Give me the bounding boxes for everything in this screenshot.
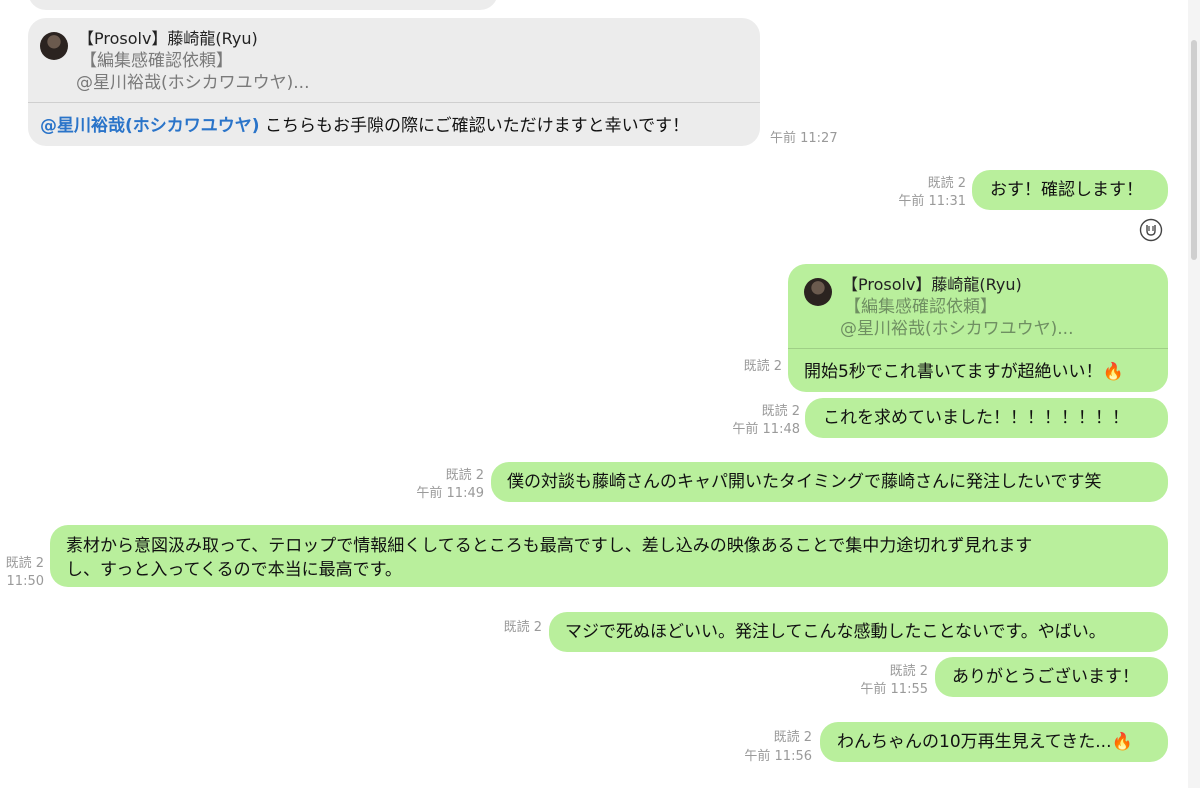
read-receipt: 既読 2 (927, 176, 966, 191)
sender-avatar (804, 278, 832, 306)
message-body: これを求めていました！！！！！！！！ (823, 408, 1129, 428)
message-time: 午前 11:31 (898, 194, 966, 209)
message-bubble-partial (28, 0, 498, 10)
message-time: 午前 11:56 (744, 749, 812, 764)
read-receipt: 既読 2 (743, 359, 782, 374)
message-body: 開始5秒でこれ書いてますが超絶いい！ (804, 362, 1103, 382)
message-bubble-sent[interactable]: おす！確認します！ (972, 170, 1168, 210)
read-receipt: 既読 2 (773, 730, 812, 745)
fire-emoji-icon: 🔥 (1102, 362, 1124, 382)
mention-link[interactable]: @星川裕哉(ホシカワユウヤ) (40, 116, 260, 136)
message-time: 午前 11:48 (732, 422, 800, 437)
message-body: ありがとうございます！ (952, 667, 1139, 687)
read-receipt: 既読 2 (5, 556, 44, 571)
message-time: 午前 11:55 (860, 682, 928, 697)
read-receipt: 既読 2 (761, 404, 800, 419)
message-body: 僕の対談も藤崎さんのキャパ開いたタイミングで藤崎さんに発注したいです笑 (507, 472, 1102, 492)
message-bubble-sent[interactable]: ありがとうございます！ (935, 657, 1168, 697)
message-body-line-2: し、すっと入ってくるので本当に最高です。 (66, 560, 402, 580)
quote-title: 【編集感確認依頼】 (80, 51, 233, 71)
message-body-line-1: 素材から意図汲み取って、テロップで情報細くしてるところも最高ですし、差し込みの映… (66, 536, 1033, 556)
message-bubble-sent-reply[interactable]: 【Prosolv】藤崎龍(Ryu) 【編集感確認依頼】 @星川裕哉(ホシカワユウ… (788, 264, 1168, 392)
quote-sender-name: 【Prosolv】藤崎龍(Ryu) (78, 29, 258, 48)
message-bubble-received-reply[interactable]: 【Prosolv】藤崎龍(Ryu) 【編集感確認依頼】 @星川裕哉(ホシカワユウ… (28, 18, 760, 146)
sender-avatar (40, 32, 68, 60)
read-receipt: 既読 2 (503, 620, 542, 635)
message-text: 開始5秒でこれ書いてますが超絶いい！🔥 (804, 360, 1124, 384)
clapping-hands-reaction-icon[interactable] (1139, 218, 1163, 242)
message-body: こちらもお手隙の際にご確認いただけますと幸いです！ (259, 116, 690, 136)
message-bubble-sent[interactable]: 僕の対談も藤崎さんのキャパ開いたタイミングで藤崎さんに発注したいです笑 (491, 462, 1168, 502)
quote-sender-name: 【Prosolv】藤崎龍(Ryu) (842, 275, 1022, 294)
message-time: 午前 11:27 (770, 131, 838, 146)
message-body: おす！確認します！ (990, 180, 1143, 200)
scrollbar-track[interactable] (1188, 0, 1200, 788)
message-bubble-sent[interactable]: 素材から意図汲み取って、テロップで情報細くしてるところも最高ですし、差し込みの映… (50, 525, 1168, 587)
message-body: わんちゃんの10万再生見えてきた... (837, 732, 1112, 752)
quote-snippet: @星川裕哉(ホシカワユウヤ)... (76, 73, 310, 93)
quote-divider (788, 348, 1168, 349)
message-body: マジで死ぬほどいい。発注してこんな感動したことないです。やばい。 (565, 622, 1106, 642)
message-bubble-sent[interactable]: これを求めていました！！！！！！！！ (805, 398, 1168, 438)
scrollbar-thumb[interactable] (1191, 40, 1197, 260)
quote-snippet: @星川裕哉(ホシカワユウヤ)... (840, 319, 1074, 339)
message-time: 11:50 (6, 574, 44, 589)
message-text: @星川裕哉(ホシカワユウヤ) こちらもお手隙の際にご確認いただけますと幸いです！ (40, 114, 689, 138)
message-bubble-sent[interactable]: わんちゃんの10万再生見えてきた...🔥 (820, 722, 1168, 762)
quote-title: 【編集感確認依頼】 (844, 297, 997, 317)
read-receipt: 既読 2 (889, 664, 928, 679)
message-time: 午前 11:49 (416, 486, 484, 501)
read-receipt: 既読 2 (445, 468, 484, 483)
quote-divider (28, 102, 760, 103)
fire-emoji-icon: 🔥 (1111, 732, 1133, 752)
message-bubble-sent[interactable]: マジで死ぬほどいい。発注してこんな感動したことないです。やばい。 (549, 612, 1168, 652)
